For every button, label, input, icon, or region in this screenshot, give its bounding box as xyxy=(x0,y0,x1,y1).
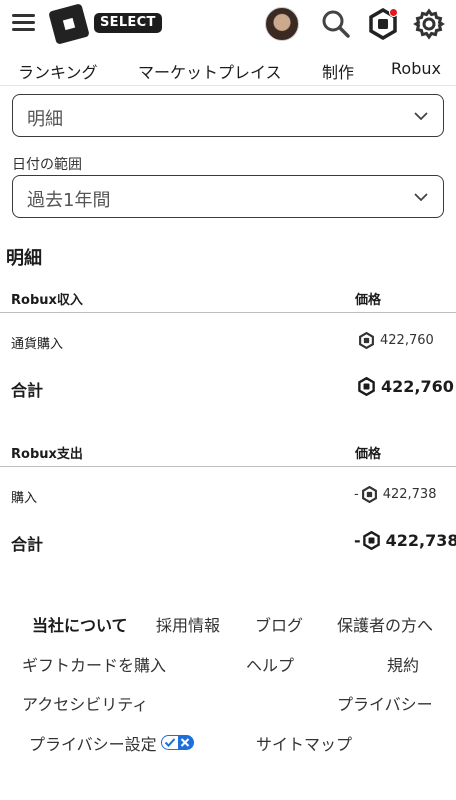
footer-link-jobs[interactable]: 採用情報 xyxy=(156,612,220,636)
income-header-name: Robux収入 xyxy=(11,293,83,308)
income-header-price: 価格 xyxy=(355,293,382,308)
robux-icon[interactable] xyxy=(367,7,399,41)
income-row-amount-value: 422,760 xyxy=(380,333,434,348)
income-row-amount: 422,760 xyxy=(358,332,434,349)
income-row-name: 通貨購入 xyxy=(11,337,64,352)
footer-link-about[interactable]: 当社について xyxy=(32,612,128,636)
chevron-down-icon xyxy=(414,193,428,202)
footer-link-sitemap[interactable]: サイトマップ xyxy=(256,731,352,755)
expense-row-amount-value: 422,738 xyxy=(382,487,437,502)
footer-link-terms[interactable]: 規約 xyxy=(387,652,419,676)
income-total-amount: 422,760 xyxy=(357,377,454,396)
expense-row-amount: - 422,738 xyxy=(354,486,436,503)
income-total-value: 422,760 xyxy=(381,377,454,396)
avatar[interactable] xyxy=(265,7,299,41)
top-bar: SELECT xyxy=(0,0,456,50)
robux-icon xyxy=(358,377,375,396)
expense-row-name: 購入 xyxy=(11,491,38,506)
date-range-value: 過去1年間 xyxy=(27,190,111,211)
footer-link-help[interactable]: ヘルプ xyxy=(246,652,294,676)
robux-icon xyxy=(361,486,377,503)
footer-link-parents[interactable]: 保護者の方へ xyxy=(337,612,433,636)
expense-header-price: 価格 xyxy=(355,447,382,462)
footer-link-blog[interactable]: ブログ xyxy=(255,612,303,636)
tab-ranking[interactable]: ランキング xyxy=(18,59,98,83)
tab-robux[interactable]: Robux xyxy=(391,59,441,78)
expense-header-name: Robux支出 xyxy=(11,447,83,462)
footer-link-privacy[interactable]: プライバシー xyxy=(337,691,433,715)
menu-icon[interactable] xyxy=(12,14,35,32)
footer-link-accessibility[interactable]: アクセシビリティ xyxy=(22,691,148,715)
transaction-type-select[interactable]: 明細 xyxy=(12,94,444,137)
nav-tabs: ランキング マーケットプレイス 制作 Robux xyxy=(0,50,456,86)
privacy-choices-icon[interactable] xyxy=(161,735,194,750)
expense-row-sign: - xyxy=(354,487,359,502)
gear-icon[interactable] xyxy=(413,8,445,40)
date-range-select[interactable]: 過去1年間 xyxy=(12,175,444,218)
chevron-down-icon xyxy=(414,112,428,121)
tab-create[interactable]: 制作 xyxy=(322,59,354,83)
select-badge[interactable]: SELECT xyxy=(94,13,162,33)
roblox-logo[interactable] xyxy=(48,3,90,45)
robux-icon xyxy=(359,332,374,349)
section-title: 明細 xyxy=(6,248,42,269)
expense-table-header: Robux支出 価格 xyxy=(0,437,456,467)
robux-icon xyxy=(362,531,380,550)
date-range-label: 日付の範囲 xyxy=(12,157,82,173)
income-total-label: 合計 xyxy=(11,381,44,400)
income-table-header: Robux収入 価格 xyxy=(0,283,456,313)
notification-dot xyxy=(389,8,398,17)
footer-link-privacy-settings[interactable]: プライバシー設定 xyxy=(29,731,157,755)
search-icon[interactable] xyxy=(320,8,352,40)
tab-marketplace[interactable]: マーケットプレイス xyxy=(138,59,282,83)
transaction-type-value: 明細 xyxy=(27,109,63,130)
expense-total-value: 422,738 xyxy=(385,531,456,550)
expense-total-sign: - xyxy=(354,531,361,550)
footer-link-gift-cards[interactable]: ギフトカードを購入 xyxy=(22,652,166,676)
expense-total-label: 合計 xyxy=(11,535,44,554)
expense-total-amount: - 422,738 xyxy=(354,531,456,550)
